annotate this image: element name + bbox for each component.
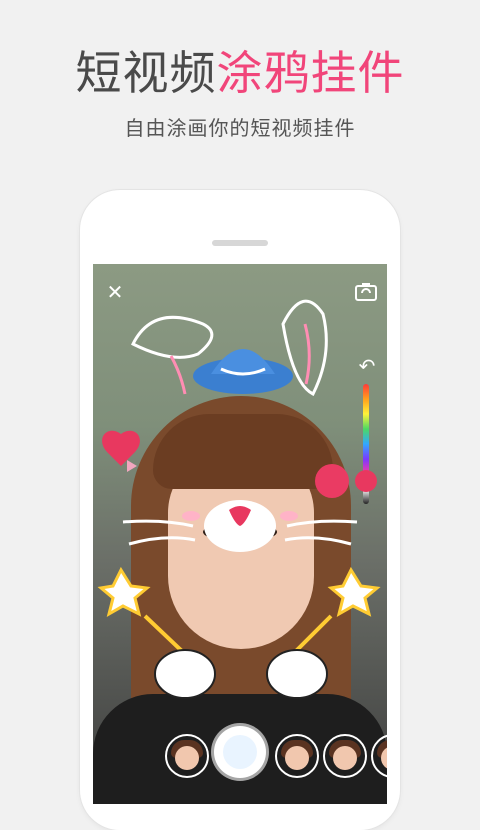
phone-speaker xyxy=(212,240,268,246)
sticker-thumb-face xyxy=(175,746,199,770)
sticker-thumb[interactable] xyxy=(275,734,319,778)
star-wand-left xyxy=(97,566,187,656)
headline: 短视频涂鸦挂件 xyxy=(0,44,480,102)
cat-muzzle-sticker xyxy=(182,500,298,552)
star-wand-right xyxy=(291,566,381,656)
capture-button-inner xyxy=(223,735,257,769)
headline-gray: 短视频 xyxy=(75,46,217,100)
heart-sticker xyxy=(102,430,140,472)
sticker-thumb[interactable] xyxy=(165,734,209,778)
sticker-thumb-face xyxy=(333,746,357,770)
camera-flip-icon[interactable] xyxy=(355,282,377,302)
paw-left xyxy=(154,649,216,699)
selected-color-bubble xyxy=(315,464,349,498)
headline-pink: 涂鸦挂件 xyxy=(216,46,405,100)
sticker-thumb-face xyxy=(285,746,309,770)
camera-screen: ✕ ↶ xyxy=(93,264,387,804)
blue-hat-sticker xyxy=(193,349,293,394)
undo-icon[interactable]: ↶ xyxy=(357,356,377,376)
color-slider-knob[interactable] xyxy=(355,470,377,492)
sticker-thumb[interactable] xyxy=(323,734,367,778)
paw-right xyxy=(266,649,328,699)
doodle-overlay xyxy=(97,299,381,699)
camera-flip-icon-svg xyxy=(355,283,377,301)
close-icon[interactable]: ✕ xyxy=(105,282,125,302)
capture-button[interactable] xyxy=(214,726,266,778)
subtitle: 自由涂画你的短视频挂件 xyxy=(124,116,356,140)
phone-frame: ✕ ↶ xyxy=(80,190,400,830)
